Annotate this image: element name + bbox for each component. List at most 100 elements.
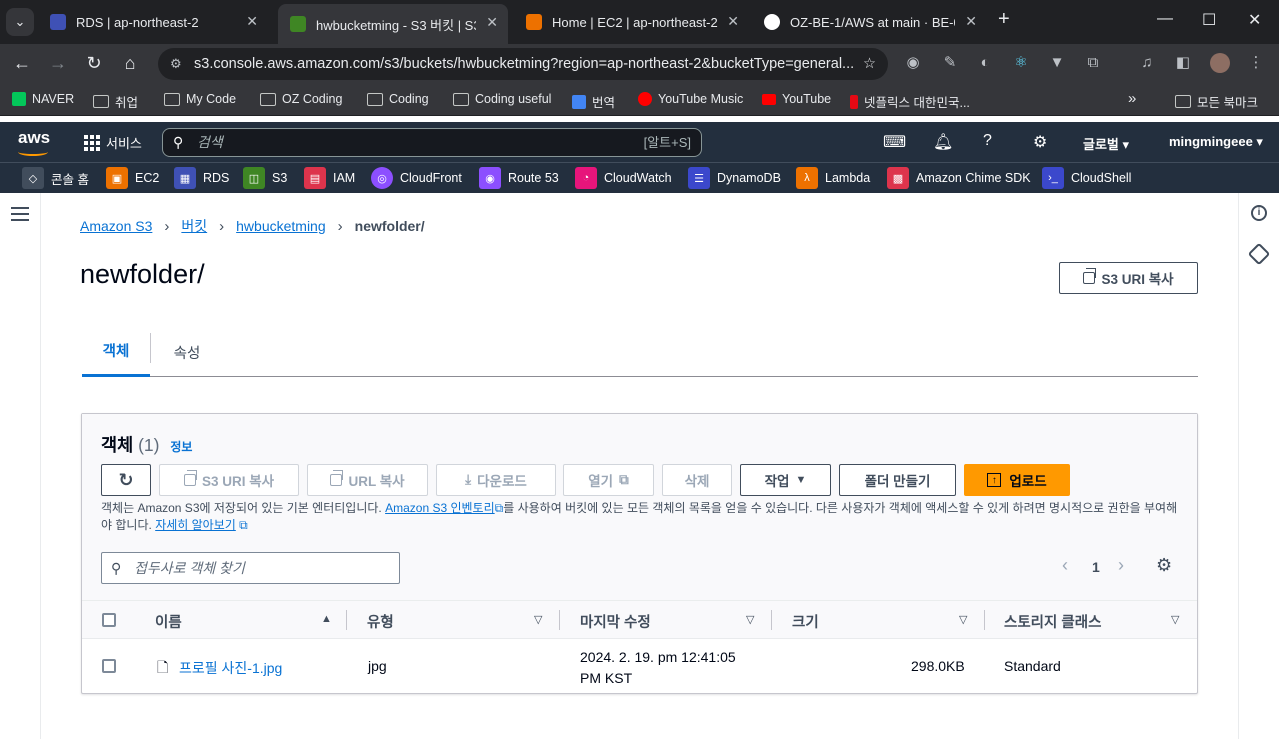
address-bar[interactable]: ⚙ s3.console.aws.amazon.com/s3/buckets/h… <box>158 48 888 80</box>
page-number[interactable]: 1 <box>1092 559 1100 575</box>
forward-icon[interactable]: → <box>47 53 69 74</box>
bookmark-star-icon[interactable]: ☆ <box>863 48 876 80</box>
bookmark-folder-coding[interactable]: Coding <box>367 92 429 106</box>
bookmark-translate[interactable]: 번역 <box>572 92 615 111</box>
notifications-icon[interactable]: 🔔︎ <box>933 132 953 152</box>
breadcrumb-amazon-s3[interactable]: Amazon S3 <box>80 218 152 234</box>
sort-ascending-icon[interactable]: ▲ <box>321 613 332 625</box>
download-button[interactable]: ⤓ 다운로드 <box>436 464 556 496</box>
bookmarks-overflow[interactable]: » <box>1128 90 1136 107</box>
profile-avatar[interactable] <box>1210 53 1230 73</box>
tab-search-icon[interactable]: ⌄ <box>6 8 34 36</box>
favorite-cloudfront[interactable]: ◎ CloudFront <box>371 167 462 189</box>
media-control-icon[interactable]: ♫ <box>1138 54 1156 72</box>
sort-icon[interactable]: ▽ <box>1171 613 1179 626</box>
favorite-chime-sdk[interactable]: ▩ Amazon Chime SDK <box>887 167 1031 189</box>
favorite-s3[interactable]: ◫ S3 <box>243 167 287 189</box>
column-size[interactable]: 크기 <box>792 611 819 632</box>
bookmark-folder-job[interactable]: 취업 <box>93 92 138 111</box>
favorite-dynamodb[interactable]: ☰ DynamoDB <box>688 167 781 189</box>
create-folder-button[interactable]: 폴더 만들기 <box>839 464 956 496</box>
sort-icon[interactable]: ▽ <box>746 613 754 626</box>
tab-objects[interactable]: 객체 <box>82 327 150 377</box>
home-icon[interactable]: ⌂ <box>119 53 141 74</box>
vue-extension-icon[interactable]: ▼ <box>1048 54 1066 72</box>
maximize-icon[interactable]: ☐ <box>1202 10 1216 30</box>
aws-logo[interactable]: aws <box>18 128 50 156</box>
extension-icon[interactable]: ◐ <box>976 54 994 72</box>
refresh-button[interactable]: ↻ <box>101 464 151 496</box>
side-panel-icon[interactable]: ◧ <box>1174 54 1192 72</box>
column-last-modified[interactable]: 마지막 수정 <box>580 611 651 632</box>
eyedropper-extension-icon[interactable]: ✎ <box>941 54 959 72</box>
settings-gear-icon[interactable]: ⚙ <box>1033 132 1047 152</box>
column-storage-class[interactable]: 스토리지 클래스 <box>1004 611 1101 632</box>
prev-page-icon[interactable]: ‹ <box>1062 555 1068 576</box>
bookmark-folder-mycode[interactable]: My Code <box>164 92 236 106</box>
sort-icon[interactable]: ▽ <box>534 613 542 626</box>
delete-button[interactable]: 삭제 <box>662 464 732 496</box>
favorite-lambda[interactable]: λ Lambda <box>796 167 870 189</box>
actions-dropdown[interactable]: 작업 ▼ <box>740 464 831 496</box>
close-tab-icon[interactable]: ✕ <box>965 13 977 30</box>
puzzle-extensions-icon[interactable]: ⧉ <box>1084 54 1102 72</box>
object-name-link[interactable]: 프로필 사진-1.jpg <box>179 658 282 678</box>
row-checkbox[interactable] <box>102 659 116 673</box>
reload-icon[interactable]: ↻ <box>83 53 105 74</box>
feedback-icon[interactable] <box>1247 242 1271 266</box>
browser-tab-s3[interactable]: hwbucketming - S3 버킷 | S3 ✕ <box>278 4 508 44</box>
account-menu[interactable]: mingmingeee ▾ <box>1169 134 1263 150</box>
breadcrumb-buckets[interactable]: 버킷 <box>181 216 207 236</box>
close-tab-icon[interactable]: ✕ <box>246 13 258 30</box>
bookmark-folder-coding-useful[interactable]: Coding useful <box>453 92 551 106</box>
cloudshell-icon[interactable]: ⌨ <box>883 132 906 152</box>
react-devtools-icon[interactable]: ⚛ <box>1012 54 1030 72</box>
table-settings-gear-icon[interactable]: ⚙ <box>1156 555 1172 576</box>
copy-url-button[interactable]: URL 복사 <box>307 464 428 496</box>
upload-button[interactable]: ↑ 업로드 <box>964 464 1070 496</box>
new-tab-icon[interactable]: + <box>998 8 1010 31</box>
favorite-rds[interactable]: ▦ RDS <box>174 167 229 189</box>
hamburger-menu-icon[interactable] <box>11 207 29 225</box>
back-icon[interactable]: ← <box>11 53 33 74</box>
bookmark-naver[interactable]: NAVER <box>12 92 74 106</box>
open-button[interactable]: 열기 ⧉ <box>563 464 654 496</box>
breadcrumb-bucket[interactable]: hwbucketming <box>236 218 326 234</box>
minimize-icon[interactable]: — <box>1157 10 1173 28</box>
close-tab-icon[interactable]: ✕ <box>486 14 498 31</box>
region-selector[interactable]: 글로벌 ▾ <box>1083 134 1129 153</box>
tab-properties[interactable]: 속성 <box>162 327 212 377</box>
close-window-icon[interactable]: ✕ <box>1248 10 1261 30</box>
site-info-icon[interactable]: ⚙ <box>170 48 182 80</box>
bookmark-youtube-music[interactable]: YouTube Music <box>638 92 743 106</box>
favorite-route53[interactable]: ◉ Route 53 <box>479 167 559 189</box>
help-icon[interactable]: ? <box>983 132 992 150</box>
favorite-cloudwatch[interactable]: ◔ CloudWatch <box>575 167 672 189</box>
select-all-checkbox[interactable] <box>102 613 116 627</box>
browser-tab-rds[interactable]: RDS | ap-northeast-2 ✕ <box>38 7 268 37</box>
bookmark-netflix[interactable]: 넷플릭스 대한민국... <box>850 92 970 111</box>
camera-extension-icon[interactable]: ◉ <box>904 54 922 72</box>
column-name[interactable]: 이름 <box>155 611 182 632</box>
next-page-icon[interactable]: › <box>1118 555 1124 576</box>
browser-menu-icon[interactable]: ⋮ <box>1247 54 1265 72</box>
learn-more-link[interactable]: 자세히 알아보기 <box>155 518 236 532</box>
info-link[interactable]: 정보 <box>170 440 192 454</box>
all-bookmarks[interactable]: 모든 북마크 <box>1175 92 1258 111</box>
column-type[interactable]: 유형 <box>367 611 394 632</box>
object-prefix-search-input[interactable]: ⚲ 접두사로 객체 찾기 <box>101 552 400 584</box>
sort-icon[interactable]: ▽ <box>959 613 967 626</box>
favorite-ec2[interactable]: ▣ EC2 <box>106 167 159 189</box>
favorite-iam[interactable]: ▤ IAM <box>304 167 355 189</box>
favorite-console-home[interactable]: ◇ 콘솔 홈 <box>22 167 89 189</box>
browser-tab-github[interactable]: OZ-BE-1/AWS at main · BE-02 ✕ <box>752 7 987 37</box>
bookmark-folder-ozcoding[interactable]: OZ Coding <box>260 92 342 106</box>
aws-search-input[interactable]: ⚲ 검색 [알트+S] <box>162 128 702 157</box>
copy-s3-uri-button[interactable]: S3 URI 복사 <box>1059 262 1198 294</box>
s3-inventory-link[interactable]: Amazon S3 인벤토리 <box>385 501 495 515</box>
copy-s3-uri-disabled-button[interactable]: S3 URI 복사 <box>159 464 299 496</box>
services-menu-button[interactable]: 서비스 <box>84 133 142 152</box>
browser-tab-ec2[interactable]: Home | EC2 | ap-northeast-2 ✕ <box>514 7 749 37</box>
favorite-cloudshell[interactable]: ›_ CloudShell <box>1042 167 1131 189</box>
bookmark-youtube[interactable]: YouTube <box>762 92 831 106</box>
